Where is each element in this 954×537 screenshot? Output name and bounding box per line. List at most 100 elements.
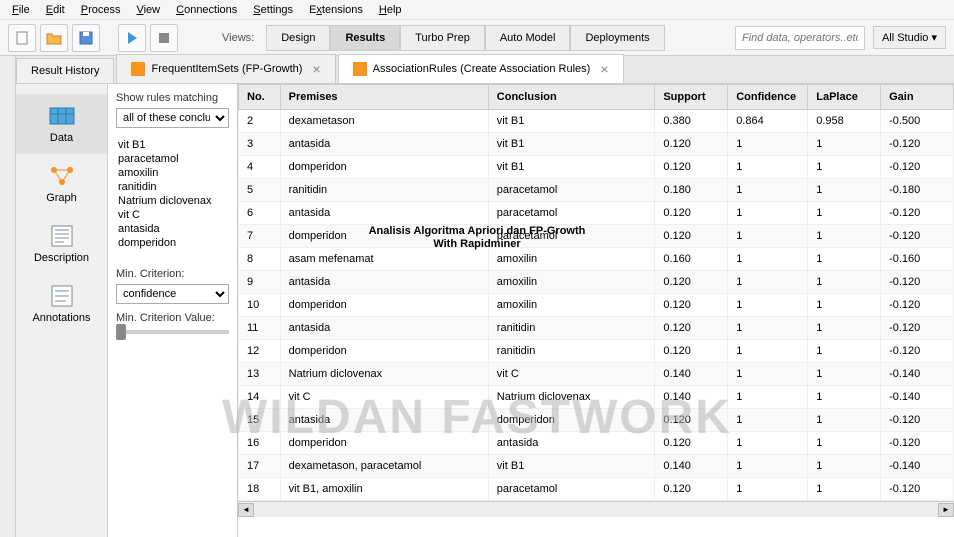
cell-conclusion: Natrium diclovenax [488, 386, 655, 409]
col-gain[interactable]: Gain [881, 85, 954, 110]
col-premises[interactable]: Premises [280, 85, 488, 110]
menu-connections[interactable]: Connections [168, 2, 245, 18]
view-turbo-prep[interactable]: Turbo Prep [400, 25, 485, 51]
close-icon[interactable]: × [312, 61, 320, 77]
menu-file[interactable]: File [4, 2, 38, 18]
table-row[interactable]: 8asam mefenamatamoxilin0.16011-0.160 [239, 248, 954, 271]
table-row[interactable]: 11antasidaranitidin0.12011-0.120 [239, 317, 954, 340]
play-icon [124, 30, 140, 46]
col-laplace[interactable]: LaPlace [808, 85, 881, 110]
cell-support: 0.120 [655, 156, 728, 179]
side-data[interactable]: Data [16, 94, 107, 154]
table-row[interactable]: 12domperidonranitidin0.12011-0.120 [239, 340, 954, 363]
cell-gain: -0.120 [881, 133, 954, 156]
cell-premises: vit B1, amoxilin [280, 478, 488, 501]
cell-conclusion: vit B1 [488, 110, 655, 133]
table-row[interactable]: 14vit CNatrium diclovenax0.14011-0.140 [239, 386, 954, 409]
run-button[interactable] [118, 24, 146, 52]
scroll-left-arrow[interactable]: ◄ [238, 503, 254, 517]
slider-thumb[interactable] [116, 324, 126, 340]
min-value-slider[interactable] [116, 330, 229, 334]
menu-process[interactable]: Process [73, 2, 129, 18]
list-item[interactable]: paracetamol [118, 152, 227, 166]
cell-gain: -0.140 [881, 363, 954, 386]
list-item[interactable]: vit B1 [118, 138, 227, 152]
side-graph[interactable]: Graph [16, 154, 107, 214]
table-row[interactable]: 4domperidonvit B10.12011-0.120 [239, 156, 954, 179]
cell-premises: domperidon [280, 340, 488, 363]
cell-laplace: 1 [808, 478, 881, 501]
search-input[interactable] [735, 26, 865, 50]
col-no[interactable]: No. [239, 85, 281, 110]
cell-gain: -0.120 [881, 294, 954, 317]
menu-extensions[interactable]: Extensions [301, 2, 371, 18]
cell-conclusion: amoxilin [488, 271, 655, 294]
view-deployments[interactable]: Deployments [570, 25, 664, 51]
table-row[interactable]: 2dexametasonvit B10.3800.8640.958-0.500 [239, 110, 954, 133]
table-row[interactable]: 10domperidonamoxilin0.12011-0.120 [239, 294, 954, 317]
stop-button[interactable] [150, 24, 178, 52]
side-annotations[interactable]: Annotations [16, 274, 107, 334]
list-item[interactable]: antasida [118, 222, 227, 236]
cell-conclusion: amoxilin [488, 248, 655, 271]
close-icon[interactable]: × [600, 61, 608, 77]
table-row[interactable]: 9antasidaamoxilin0.12011-0.120 [239, 271, 954, 294]
cell-no: 9 [239, 271, 281, 294]
min-criterion-label: Min. Criterion: [116, 268, 229, 280]
list-item[interactable]: vit C [118, 208, 227, 222]
table-row[interactable]: 17dexametason, paracetamolvit B10.14011-… [239, 455, 954, 478]
cell-conclusion: paracetamol [488, 225, 655, 248]
table-row[interactable]: 5ranitidinparacetamol0.18011-0.180 [239, 179, 954, 202]
tab-result-history[interactable]: Result History [16, 58, 114, 83]
cell-laplace: 1 [808, 202, 881, 225]
toolbar: Views: DesignResultsTurbo PrepAuto Model… [0, 20, 954, 56]
cell-no: 17 [239, 455, 281, 478]
conclusions-list[interactable]: vit B1paracetamolamoxilinranitidinNatriu… [116, 136, 229, 256]
scroll-right-arrow[interactable]: ► [938, 503, 954, 517]
table-row[interactable]: 13Natrium diclovenaxvit C0.14011-0.140 [239, 363, 954, 386]
cell-support: 0.120 [655, 294, 728, 317]
studio-dropdown[interactable]: All Studio ▾ [873, 26, 946, 49]
menu-edit[interactable]: Edit [38, 2, 73, 18]
list-item[interactable]: ranitidin [118, 180, 227, 194]
col-conclusion[interactable]: Conclusion [488, 85, 655, 110]
cell-support: 0.120 [655, 202, 728, 225]
new-button[interactable] [8, 24, 36, 52]
list-item[interactable]: domperidon [118, 236, 227, 250]
cart-icon [131, 62, 145, 76]
col-support[interactable]: Support [655, 85, 728, 110]
view-results[interactable]: Results [330, 25, 400, 51]
tab-associationrules-create-association-rules-[interactable]: AssociationRules (Create Association Rul… [338, 54, 624, 83]
cell-confidence: 1 [728, 340, 808, 363]
min-criterion-select[interactable]: confidence [116, 284, 229, 304]
menu-help[interactable]: Help [371, 2, 410, 18]
cell-support: 0.160 [655, 248, 728, 271]
menu-view[interactable]: View [128, 2, 168, 18]
view-design[interactable]: Design [266, 25, 330, 51]
table-row[interactable]: 3antasidavit B10.12011-0.120 [239, 133, 954, 156]
list-item[interactable]: amoxilin [118, 166, 227, 180]
cell-premises: domperidon [280, 294, 488, 317]
save-button[interactable] [72, 24, 100, 52]
table-row[interactable]: 7domperidonparacetamol0.12011-0.120 [239, 225, 954, 248]
cell-support: 0.120 [655, 478, 728, 501]
col-confidence[interactable]: Confidence [728, 85, 808, 110]
side-description[interactable]: Description [16, 214, 107, 274]
cell-support: 0.120 [655, 225, 728, 248]
tab-frequentitemsets-fp-growth-[interactable]: FrequentItemSets (FP-Growth)× [116, 54, 335, 83]
cell-conclusion: vit B1 [488, 133, 655, 156]
table-row[interactable]: 16domperidonantasida0.12011-0.120 [239, 432, 954, 455]
cell-support: 0.140 [655, 363, 728, 386]
cell-support: 0.120 [655, 317, 728, 340]
horizontal-scrollbar[interactable]: ◄ ► [238, 501, 954, 517]
cell-no: 18 [239, 478, 281, 501]
list-item[interactable]: Natrium diclovenax [118, 194, 227, 208]
table-row[interactable]: 6antasidaparacetamol0.12011-0.120 [239, 202, 954, 225]
view-auto-model[interactable]: Auto Model [485, 25, 571, 51]
table-row[interactable]: 18vit B1, amoxilinparacetamol0.12011-0.1… [239, 478, 954, 501]
open-button[interactable] [40, 24, 68, 52]
cell-gain: -0.140 [881, 386, 954, 409]
conclusions-select[interactable]: all of these conclusions: [116, 108, 229, 128]
table-row[interactable]: 15antasidadomperidon0.12011-0.120 [239, 409, 954, 432]
menu-settings[interactable]: Settings [245, 2, 301, 18]
